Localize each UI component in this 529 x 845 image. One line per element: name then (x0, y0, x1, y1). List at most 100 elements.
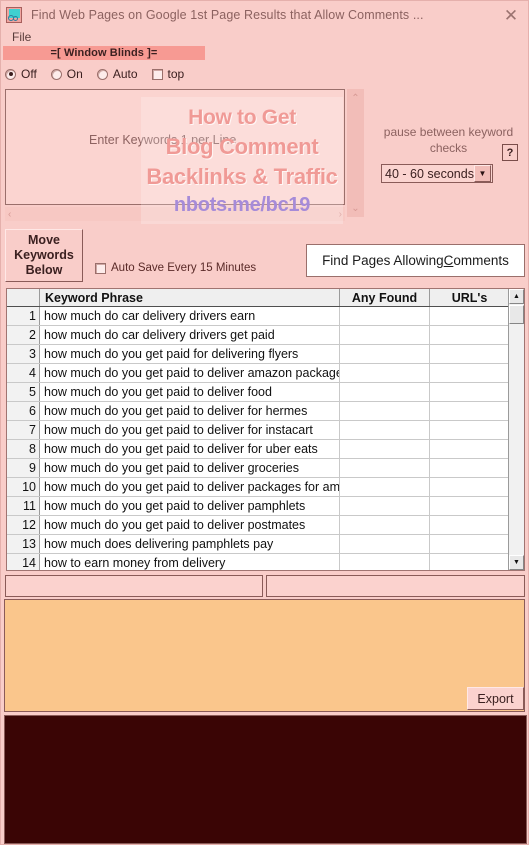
grid-header-any-found[interactable]: Any Found (340, 289, 430, 306)
row-index[interactable]: 1 (7, 307, 40, 325)
chevron-left-icon[interactable]: ‹ (5, 209, 14, 220)
cell-keyword-phrase[interactable]: how much do car delivery drivers earn (40, 307, 340, 325)
table-row[interactable]: 3 how much do you get paid for delivering… (7, 345, 524, 364)
row-index[interactable]: 11 (7, 497, 40, 515)
cell-urls[interactable] (430, 345, 509, 363)
export-button[interactable]: Export (467, 687, 524, 710)
table-row[interactable]: 1 how much do car delivery drivers earn (7, 307, 524, 326)
row-index[interactable]: 13 (7, 535, 40, 553)
keywords-vertical-scrollbar[interactable]: ⌃ ⌄ (347, 89, 364, 217)
cell-any-found[interactable] (340, 478, 430, 496)
cell-urls[interactable] (430, 364, 509, 382)
row-index[interactable]: 10 (7, 478, 40, 496)
cell-urls[interactable] (430, 402, 509, 420)
radio-blinds-on[interactable]: On (50, 67, 83, 81)
row-index[interactable]: 14 (7, 554, 40, 570)
row-index[interactable]: 2 (7, 326, 40, 344)
cell-any-found[interactable] (340, 307, 430, 325)
table-row[interactable]: 8 how much do you get paid to deliver for… (7, 440, 524, 459)
cell-urls[interactable] (430, 440, 509, 458)
close-icon[interactable]: ✕ (498, 4, 524, 26)
cell-keyword-phrase[interactable]: how much do you get paid to deliver food (40, 383, 340, 401)
cell-keyword-phrase[interactable]: how much do you get paid to deliver post… (40, 516, 340, 534)
cell-urls[interactable] (430, 326, 509, 344)
grid-header-keyword-phrase[interactable]: Keyword Phrase (40, 289, 340, 306)
grid-vertical-scrollbar[interactable]: ▲ ▼ (508, 289, 524, 570)
cell-urls[interactable] (430, 478, 509, 496)
table-row[interactable]: 13 how much does delivering pamphlets pay (7, 535, 524, 554)
cell-any-found[interactable] (340, 554, 430, 570)
table-row[interactable]: 9 how much do you get paid to deliver gro… (7, 459, 524, 478)
cell-any-found[interactable] (340, 402, 430, 420)
row-index[interactable]: 7 (7, 421, 40, 439)
cell-urls[interactable] (430, 516, 509, 534)
chevron-up-icon[interactable]: ⌃ (347, 91, 364, 105)
scroll-up-icon[interactable]: ▲ (509, 289, 524, 304)
cell-urls[interactable] (430, 307, 509, 325)
cell-any-found[interactable] (340, 497, 430, 515)
row-index[interactable]: 12 (7, 516, 40, 534)
find-pages-allowing-comments-button[interactable]: Find Pages Allowing Comments (306, 244, 525, 277)
cell-urls[interactable] (430, 554, 509, 570)
cell-any-found[interactable] (340, 459, 430, 477)
chevron-down-icon[interactable]: ⌄ (347, 201, 364, 215)
cell-any-found[interactable] (340, 383, 430, 401)
grid-header-urls[interactable]: URL's (430, 289, 509, 306)
cell-keyword-phrase[interactable]: how to earn money from delivery (40, 554, 340, 570)
table-row[interactable]: 2 how much do car delivery drivers get pa… (7, 326, 524, 345)
log-panel[interactable] (4, 715, 527, 844)
cell-any-found[interactable] (340, 535, 430, 553)
move-keywords-below-button[interactable]: Move Keywords Below (5, 229, 83, 282)
radio-blinds-auto[interactable]: Auto (96, 67, 138, 81)
table-row[interactable]: 11 how much do you get paid to deliver pa… (7, 497, 524, 516)
row-index[interactable]: 3 (7, 345, 40, 363)
checkbox-auto-save[interactable]: Auto Save Every 15 Minutes (95, 262, 256, 274)
cell-keyword-phrase[interactable]: how much do you get paid for delivering … (40, 345, 340, 363)
row-index[interactable]: 6 (7, 402, 40, 420)
checkbox-top[interactable]: top (151, 67, 184, 81)
scroll-down-icon[interactable]: ▼ (509, 555, 524, 570)
cell-any-found[interactable] (340, 421, 430, 439)
grid-header-index[interactable] (7, 289, 40, 306)
results-panel[interactable] (4, 599, 525, 712)
menu-item-file[interactable]: File (5, 29, 38, 45)
table-row[interactable]: 12 how much do you get paid to deliver po… (7, 516, 524, 535)
cell-keyword-phrase[interactable]: how much do you get paid to deliver for … (40, 421, 340, 439)
cell-any-found[interactable] (340, 345, 430, 363)
cell-any-found[interactable] (340, 326, 430, 344)
cell-keyword-phrase[interactable]: how much do you get paid to deliver for … (40, 440, 340, 458)
cell-keyword-phrase[interactable]: how much do you get paid to deliver amaz… (40, 364, 340, 382)
table-row[interactable]: 10 how much do you get paid to deliver pa… (7, 478, 524, 497)
row-index[interactable]: 5 (7, 383, 40, 401)
cell-urls[interactable] (430, 497, 509, 515)
keywords-input[interactable] (5, 89, 345, 205)
cell-any-found[interactable] (340, 440, 430, 458)
table-row[interactable]: 6 how much do you get paid to deliver for… (7, 402, 524, 421)
row-index[interactable]: 9 (7, 459, 40, 477)
scrollbar-thumb[interactable] (509, 305, 524, 324)
table-row[interactable]: 14 how to earn money from delivery (7, 554, 524, 570)
row-index[interactable]: 8 (7, 440, 40, 458)
cell-urls[interactable] (430, 383, 509, 401)
pause-interval-select[interactable]: 40 - 60 seconds ▼ (381, 164, 493, 183)
table-row[interactable]: 5 how much do you get paid to deliver foo… (7, 383, 524, 402)
cell-urls[interactable] (430, 535, 509, 553)
table-row[interactable]: 7 how much do you get paid to deliver for… (7, 421, 524, 440)
cell-keyword-phrase[interactable]: how much do car delivery drivers get pai… (40, 326, 340, 344)
cell-keyword-phrase[interactable]: how much do you get paid to deliver pamp… (40, 497, 340, 515)
cell-keyword-phrase[interactable]: how much do you get paid to deliver for … (40, 402, 340, 420)
status-field-left[interactable] (5, 575, 263, 597)
row-index[interactable]: 4 (7, 364, 40, 382)
chevron-right-icon[interactable]: › (336, 209, 345, 220)
cell-keyword-phrase[interactable]: how much do you get paid to deliver groc… (40, 459, 340, 477)
radio-blinds-off[interactable]: Off (5, 67, 37, 81)
chevron-down-icon[interactable]: ▼ (474, 165, 491, 182)
keywords-horizontal-scrollbar[interactable]: ‹ › (5, 207, 345, 221)
cell-keyword-phrase[interactable]: how much do you get paid to deliver pack… (40, 478, 340, 496)
cell-urls[interactable] (430, 421, 509, 439)
status-field-right[interactable] (266, 575, 525, 597)
cell-any-found[interactable] (340, 516, 430, 534)
cell-keyword-phrase[interactable]: how much does delivering pamphlets pay (40, 535, 340, 553)
table-row[interactable]: 4 how much do you get paid to deliver ama… (7, 364, 524, 383)
help-button[interactable]: ? (502, 144, 518, 161)
